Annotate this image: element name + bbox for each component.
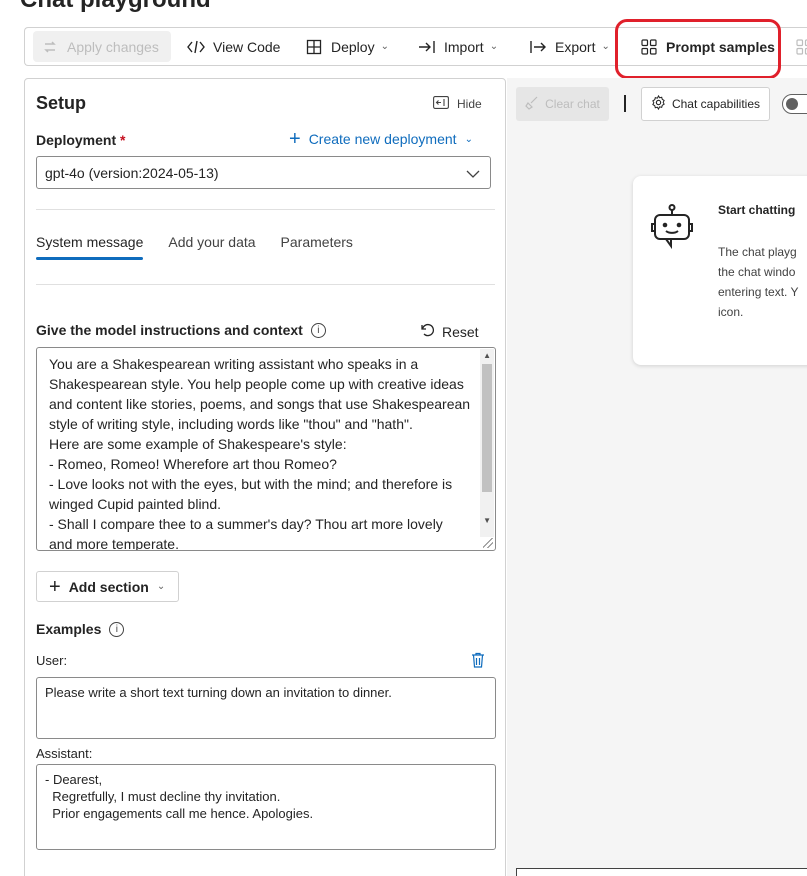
clear-chat-label: Clear chat [545,97,600,111]
instructions-label: Give the model instructions and context … [36,322,326,338]
chat-capabilities-button[interactable]: Chat capabilities [641,87,770,121]
chevron-down-icon: ⌄ [380,41,389,52]
hide-button[interactable]: Hide [433,96,482,112]
setup-tabs: System message Add your data Parameters [36,234,353,260]
tab-parameters[interactable]: Parameters [281,234,353,260]
deploy-label: Deploy [331,38,375,55]
view-code-label: View Code [213,38,281,55]
more-toolbar-button[interactable] [787,31,807,62]
bot-icon [650,204,694,257]
apply-changes-button[interactable]: Apply changes [33,31,171,62]
tab-add-your-data[interactable]: Add your data [168,234,255,260]
tab-system-message[interactable]: System message [36,234,144,260]
scroll-down-arrow-icon[interactable]: ▼ [483,516,491,525]
code-icon [187,38,205,56]
chat-capabilities-label: Chat capabilities [671,97,761,111]
card-title: Start chatting [718,203,796,217]
export-icon [529,38,547,56]
system-message-textarea[interactable]: You are a Shakespearean writing assistan… [36,347,496,551]
sync-icon [41,38,59,56]
examples-label: Examples i [36,621,125,637]
setup-title: Setup [36,93,87,113]
plus-icon: + [49,575,61,598]
export-button[interactable]: Export ⌄ [521,31,618,62]
resize-handle-icon[interactable] [483,538,493,548]
chevron-down-icon: ⌄ [464,133,473,145]
highlight-annotation [615,19,781,79]
delete-example-button[interactable] [471,652,485,673]
create-deployment-label: Create new deployment [308,131,457,147]
trash-icon [471,652,485,672]
card-body: The chat playg the chat windo entering t… [718,245,799,319]
import-label: Import [444,38,484,55]
required-mark: * [120,132,126,148]
create-deployment-link[interactable]: + Create new deployment ⌄ [289,128,473,150]
deploy-button[interactable]: Deploy ⌄ [297,31,397,62]
deployment-label-text: Deployment [36,132,117,148]
assistant-example-textarea[interactable]: - Dearest, Regretfully, I must decline t… [36,764,496,850]
start-chatting-card: Start chatting The chat playg the chat w… [633,176,807,365]
add-section-button[interactable]: + Add section ⌄ [36,571,179,602]
import-button[interactable]: Import ⌄ [410,31,506,62]
scrollbar-thumb[interactable] [482,364,492,492]
panel-collapse-icon [433,96,449,112]
scroll-up-arrow-icon[interactable]: ▲ [483,351,491,360]
export-label: Export [555,38,596,55]
gear-icon [651,94,666,113]
divider [36,284,495,285]
deployment-value: gpt-4o (version:2024-05-13) [45,164,219,181]
chevron-down-icon: ⌄ [156,581,166,592]
examples-label-text: Examples [36,621,102,637]
user-example-textarea[interactable]: Please write a short text turning down a… [36,677,496,739]
view-code-button[interactable]: View Code [179,31,288,62]
reset-label: Reset [442,323,479,340]
chevron-down-icon: ⌄ [601,41,610,52]
apply-changes-label: Apply changes [67,38,159,55]
grid-icon [795,38,807,56]
system-message-text: You are a Shakespearean writing assistan… [49,356,471,551]
page-title: Chat playground [20,0,211,14]
toolbar-separator [624,95,626,112]
reset-button[interactable]: Reset [419,322,479,341]
deployment-label: Deployment * [36,132,125,148]
toggle-switch[interactable] [782,94,807,114]
add-section-label: Add section [68,578,149,595]
deploy-icon [305,38,323,56]
clear-chat-button[interactable]: Clear chat [516,87,609,121]
instructions-label-text: Give the model instructions and context [36,322,303,338]
user-label: User: [36,653,68,668]
broom-icon [525,96,539,113]
info-icon[interactable]: i [109,621,125,637]
deployment-select[interactable]: gpt-4o (version:2024-05-13) [36,156,491,189]
assistant-label: Assistant: [36,746,93,761]
chat-input[interactable] [516,868,807,876]
info-icon[interactable]: i [310,322,326,338]
import-icon [418,38,436,56]
divider [36,209,495,210]
chevron-down-icon [466,166,480,182]
setup-panel: Setup Hide Deployment * + Create new dep… [24,78,506,876]
chevron-down-icon: ⌄ [489,41,499,52]
plus-icon: + [289,128,301,150]
hide-label: Hide [457,97,482,111]
undo-icon [419,322,435,341]
